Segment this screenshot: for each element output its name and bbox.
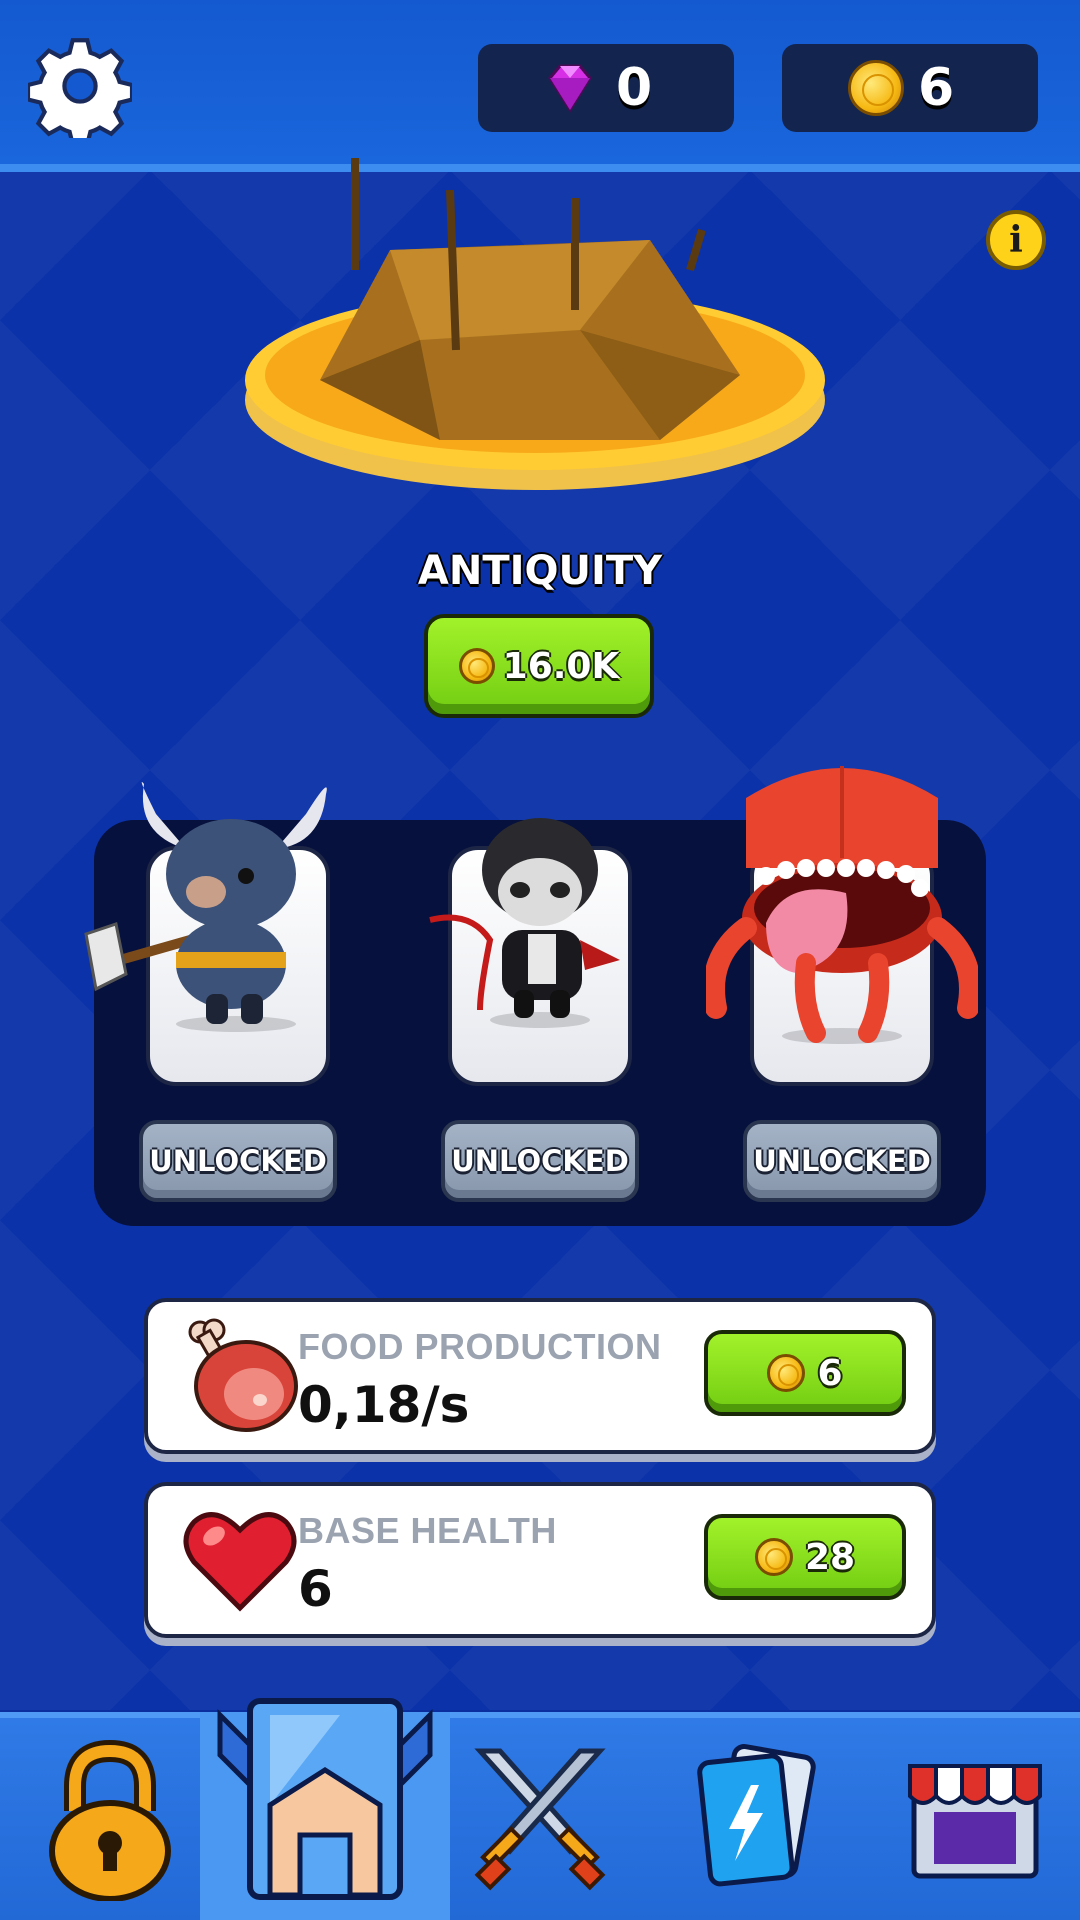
nav-lock[interactable] [20,1712,200,1920]
padlock-icon [49,1739,171,1901]
coin-icon [848,60,904,116]
food-upgrade-cost: 6 [817,1352,843,1394]
coin-counter[interactable]: 6 [782,44,1038,132]
unit-status-viking-bull[interactable]: UNLOCKED [139,1120,337,1202]
viking-bull-unit [84,782,327,1032]
unit-status-mimic-crab[interactable]: UNLOCKED [743,1120,941,1202]
food-production-value: 0,18/s [298,1376,470,1434]
info-icon[interactable]: i [986,210,1046,270]
era-cost: 16.0K [502,645,620,687]
tent-base-model [245,158,825,490]
gem-count: 0 [616,58,653,118]
mimic-crab-unit [706,766,978,1044]
food-production-label: FOOD PRODUCTION [298,1326,662,1367]
era-upgrade-button[interactable]: 16.0K [424,614,654,718]
shop-icon [908,1764,1042,1879]
base-health-row: BASE HEALTH 6 28 [144,1482,936,1638]
food-production-row: FOOD PRODUCTION 0,18/s 6 [144,1298,936,1454]
nav-armor[interactable] [200,1690,450,1910]
nav-shop[interactable] [880,1712,1070,1920]
health-upgrade-cost: 28 [804,1536,856,1578]
base-health-label: BASE HEALTH [298,1510,557,1551]
coin-icon [458,648,495,684]
cards-icon [697,1744,816,1887]
nav-cards[interactable] [660,1712,840,1920]
coin-icon [767,1354,806,1392]
helmet-icon [217,1698,433,1900]
unit-status-vampire[interactable]: UNLOCKED [441,1120,639,1202]
coin-icon [754,1538,793,1576]
health-upgrade-button[interactable]: 28 [704,1514,906,1600]
coin-count: 6 [918,58,955,118]
food-upgrade-button[interactable]: 6 [704,1330,906,1416]
gear-icon[interactable] [28,34,132,138]
vampire-unit [429,818,620,1028]
crossed-swords-icon [474,1748,606,1891]
meat-icon [188,1318,298,1432]
nav-battle[interactable] [450,1712,630,1920]
gem-icon [548,64,592,113]
heart-icon [183,1512,297,1612]
era-title: ANTIQUITY [417,548,663,594]
base-health-value: 6 [298,1560,333,1618]
gem-counter[interactable]: 0 [478,44,734,132]
